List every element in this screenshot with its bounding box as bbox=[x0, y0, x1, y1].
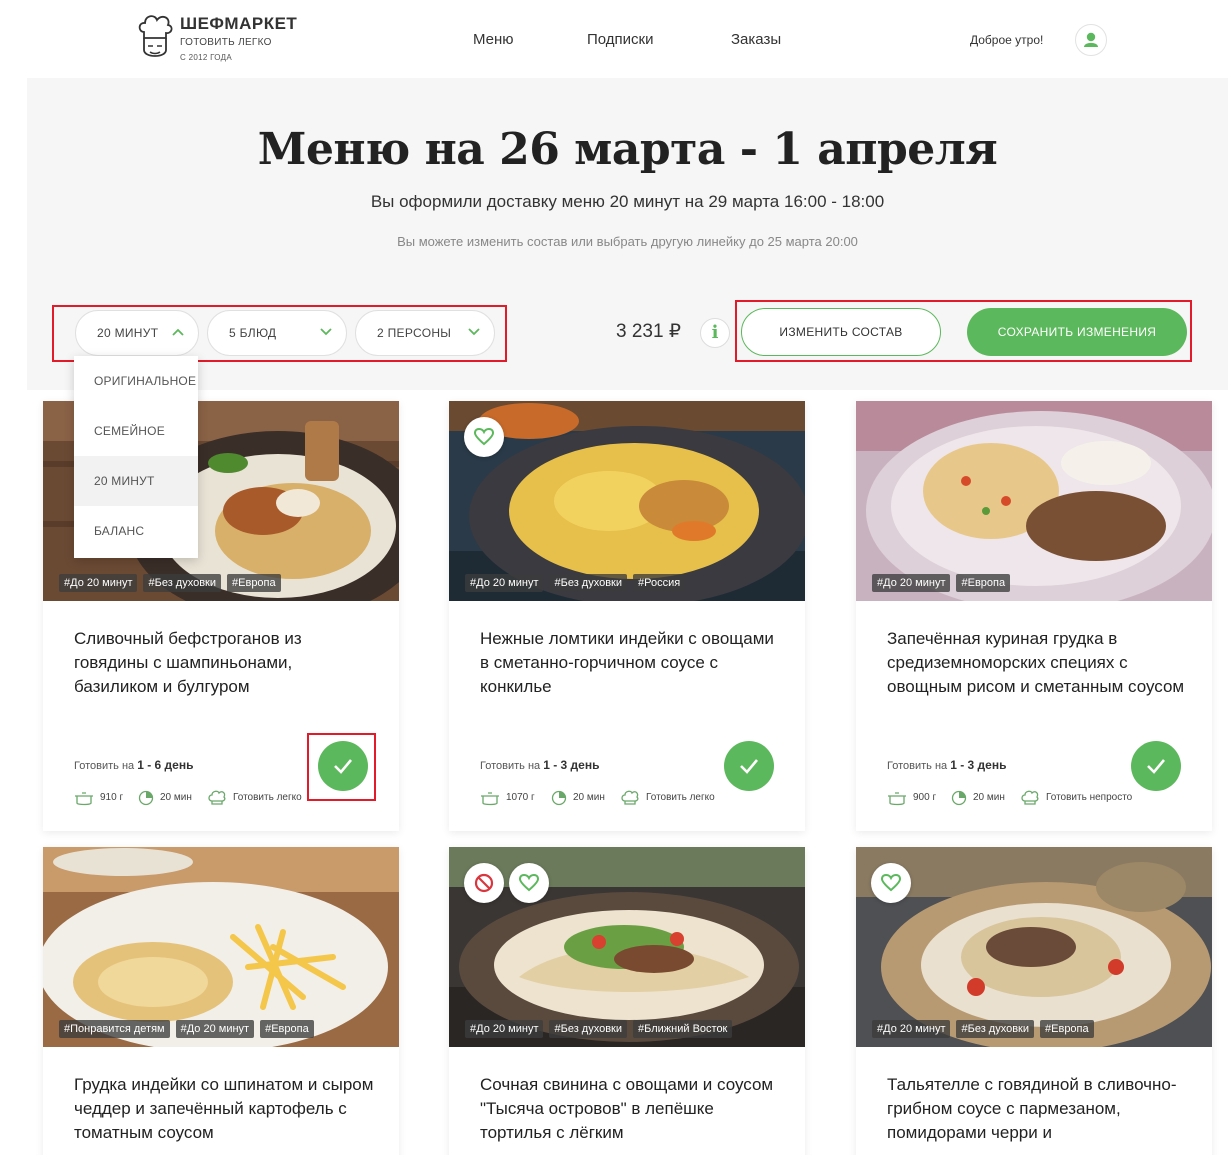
tag[interactable]: #Европа bbox=[227, 574, 281, 592]
dish-photo: #До 20 минут #Без духовки #Европа bbox=[856, 847, 1212, 1047]
favorite-button[interactable] bbox=[464, 417, 504, 457]
dish-photo: #Понравится детям #До 20 минут #Европа bbox=[43, 847, 399, 1047]
dish-card[interactable]: #До 20 минут #Без духовки #Россия Нежные… bbox=[449, 401, 805, 831]
heart-icon bbox=[519, 874, 539, 892]
annotation-box-buttons bbox=[735, 300, 1192, 362]
tag[interactable]: #До 20 минут bbox=[872, 1020, 951, 1038]
dish-title[interactable]: Сливочный бефстроганов из говядины с шам… bbox=[74, 627, 374, 699]
dish-card[interactable]: #До 20 минут #Без духовки #Ближний Восто… bbox=[449, 847, 805, 1155]
nav-subscriptions[interactable]: Подписки bbox=[587, 31, 654, 48]
logo-since: С 2012 ГОДА bbox=[180, 53, 233, 62]
dish-card[interactable]: #До 20 минут #Без духовки #Европа Тальят… bbox=[856, 847, 1212, 1155]
dish-time: 20 мин bbox=[160, 792, 192, 803]
dish-selected-toggle[interactable] bbox=[1131, 741, 1181, 791]
chef-hat-icon bbox=[621, 790, 639, 805]
tag-list: #До 20 минут #Без духовки #Ближний Восто… bbox=[465, 1020, 733, 1038]
site-header: ШЕФМАРКЕТ ГОТОВИТЬ ЛЕГКО С 2012 ГОДА Мен… bbox=[0, 0, 1228, 78]
dropdown-option[interactable]: БАЛАНС bbox=[74, 506, 198, 556]
dish-photo-image bbox=[856, 401, 1212, 601]
logo-name: ШЕФМАРКЕТ bbox=[180, 14, 298, 33]
favorite-button[interactable] bbox=[871, 863, 911, 903]
checkmark-icon bbox=[740, 759, 758, 774]
timer-icon bbox=[138, 790, 154, 806]
annotation-box-check bbox=[307, 733, 376, 801]
dish-time: 20 мин bbox=[973, 792, 1005, 803]
chef-logo-icon bbox=[138, 15, 173, 57]
delivery-info: Вы оформили доставку меню 20 минут на 29… bbox=[370, 192, 885, 211]
tag[interactable]: #Европа bbox=[260, 1020, 314, 1038]
dish-weight: 900 г bbox=[913, 792, 937, 803]
dish-card[interactable]: #Понравится детям #До 20 минут #Европа Г… bbox=[43, 847, 399, 1155]
tag-list: #До 20 минут #Без духовки #Россия bbox=[465, 574, 686, 592]
timer-icon bbox=[551, 790, 567, 806]
logo-tagline: ГОТОВИТЬ ЛЕГКО bbox=[180, 37, 272, 48]
dish-weight: 1070 г bbox=[506, 792, 535, 803]
timer-icon bbox=[951, 790, 967, 806]
dish-weight: 910 г bbox=[100, 792, 124, 803]
tag[interactable]: #Без духовки bbox=[143, 574, 222, 592]
chef-hat-icon bbox=[208, 790, 226, 805]
dish-time: 20 мин bbox=[573, 792, 605, 803]
exclude-dish-button[interactable] bbox=[464, 863, 504, 903]
dish-card[interactable]: #До 20 минут #Европа Запечённая куриная … bbox=[856, 401, 1212, 831]
dish-photo-image bbox=[43, 847, 399, 1047]
tag[interactable]: #До 20 минут bbox=[872, 574, 951, 592]
tag[interactable]: #Без духовки bbox=[956, 1020, 1035, 1038]
logo[interactable]: ШЕФМАРКЕТ ГОТОВИТЬ ЛЕГКО С 2012 ГОДА bbox=[136, 12, 298, 66]
page-title: Меню на 26 марта - 1 апреля bbox=[257, 124, 998, 175]
heart-icon bbox=[474, 428, 494, 446]
tag[interactable]: #Россия bbox=[633, 574, 686, 592]
deadline-info: Вы можете изменить состав или выбрать др… bbox=[397, 234, 858, 249]
tag[interactable]: #Европа bbox=[956, 574, 1011, 592]
dish-selected-toggle[interactable] bbox=[724, 741, 774, 791]
pot-icon bbox=[888, 792, 906, 806]
dish-difficulty: Готовить легко bbox=[646, 792, 715, 803]
dish-difficulty: Готовить непросто bbox=[1046, 792, 1133, 803]
total-price: 3 231 ₽ bbox=[616, 321, 681, 342]
dish-photo: #До 20 минут #Европа bbox=[856, 401, 1212, 601]
menu-line-dropdown: ОРИГИНАЛЬНОЕ СЕМЕЙНОЕ 20 МИНУТ БАЛАНС bbox=[74, 356, 198, 558]
dish-difficulty: Готовить легко bbox=[233, 792, 302, 803]
dish-title[interactable]: Сочная свинина с овощами и соусом "Тысяч… bbox=[480, 1073, 780, 1145]
tag[interactable]: #Без духовки bbox=[549, 1020, 628, 1038]
nav-orders[interactable]: Заказы bbox=[731, 31, 781, 48]
ban-icon bbox=[474, 873, 494, 893]
cook-days: Готовить на 1 - 3 день bbox=[480, 758, 600, 772]
dropdown-option[interactable]: СЕМЕЙНОЕ bbox=[74, 406, 198, 456]
checkmark-icon bbox=[1147, 759, 1165, 774]
tag[interactable]: #Ближний Восток bbox=[633, 1020, 733, 1038]
cook-days: Готовить на 1 - 6 день bbox=[74, 758, 194, 772]
greeting-text: Доброе утро! bbox=[970, 33, 1044, 47]
tag-list: #До 20 минут #Без духовки #Европа bbox=[59, 574, 281, 592]
cook-days: Готовить на 1 - 3 день bbox=[887, 758, 1007, 772]
tag[interactable]: #Без духовки bbox=[549, 574, 628, 592]
dish-title[interactable]: Запечённая куриная грудка в средиземномо… bbox=[887, 627, 1187, 699]
tag[interactable]: #До 20 минут bbox=[465, 1020, 544, 1038]
heart-icon bbox=[881, 874, 901, 892]
dish-photo: #До 20 минут #Без духовки #Россия bbox=[449, 401, 805, 601]
pot-icon bbox=[481, 792, 499, 806]
tag[interactable]: #До 20 минут bbox=[465, 574, 544, 592]
dish-title[interactable]: Грудка индейки со шпинатом и сыром чедде… bbox=[74, 1073, 374, 1145]
chef-hat-icon bbox=[1021, 790, 1039, 805]
nav-menu[interactable]: Меню bbox=[473, 31, 514, 48]
tag-list: #До 20 минут #Без духовки #Европа bbox=[872, 1020, 1094, 1038]
tag[interactable]: #Понравится детям bbox=[59, 1020, 170, 1038]
tag[interactable]: #До 20 минут bbox=[175, 1020, 255, 1038]
user-icon bbox=[1084, 32, 1098, 47]
tag-list: #До 20 минут #Европа bbox=[872, 574, 1011, 592]
dropdown-option[interactable]: ОРИГИНАЛЬНОЕ bbox=[74, 356, 198, 406]
dish-title[interactable]: Нежные ломтики индейки с овощами в смета… bbox=[480, 627, 780, 699]
tag[interactable]: #До 20 минут bbox=[59, 574, 138, 592]
dish-photo: #До 20 минут #Без духовки #Ближний Восто… bbox=[449, 847, 805, 1047]
dropdown-option-selected[interactable]: 20 МИНУТ bbox=[74, 456, 198, 506]
annotation-box-selects bbox=[52, 305, 507, 362]
info-button[interactable]: i bbox=[700, 318, 730, 348]
dish-title[interactable]: Тальятелле с говядиной в сливочно-грибно… bbox=[887, 1073, 1187, 1145]
user-profile-button[interactable] bbox=[1075, 24, 1107, 56]
favorite-button[interactable] bbox=[509, 863, 549, 903]
tag[interactable]: #Европа bbox=[1040, 1020, 1094, 1038]
pot-icon bbox=[75, 792, 93, 806]
tag-list: #Понравится детям #До 20 минут #Европа bbox=[59, 1020, 314, 1038]
